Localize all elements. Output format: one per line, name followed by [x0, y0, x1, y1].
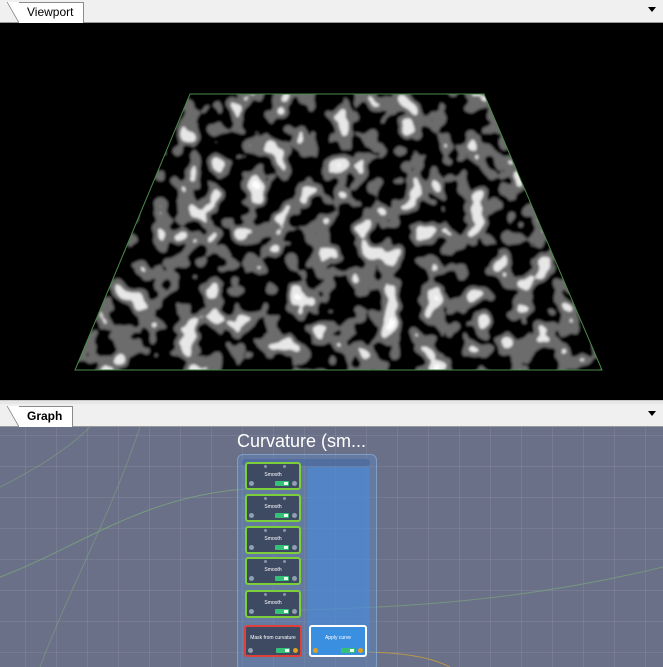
node-toggle[interactable] [276, 648, 290, 653]
node-input-dot [283, 465, 286, 468]
node-label: Smooth [264, 567, 282, 573]
node-port[interactable] [292, 545, 297, 550]
noise-plane-render [74, 93, 603, 371]
graph-tabbar: Graph [0, 404, 663, 427]
node-toggle[interactable] [341, 648, 355, 653]
smooth-node-2[interactable]: Smooth [245, 494, 301, 522]
viewport-menu-arrow-icon[interactable] [648, 7, 656, 12]
node-port[interactable] [292, 609, 297, 614]
node-input-dot [264, 465, 267, 468]
node-input-dot [283, 593, 286, 596]
frame-title[interactable]: Curvature (sm... [237, 431, 366, 452]
node-output-port[interactable] [358, 648, 363, 653]
node-port[interactable] [292, 481, 297, 486]
tab-viewport[interactable]: Viewport [6, 2, 85, 23]
graph-menu-arrow-icon[interactable] [648, 411, 656, 416]
node-port[interactable] [249, 513, 254, 518]
node-input-dot [264, 560, 267, 563]
tab-graph[interactable]: Graph [6, 406, 74, 427]
node-toggle[interactable] [275, 576, 289, 581]
node-toggle[interactable] [275, 513, 289, 518]
mask-from-curvature-node[interactable]: Mask from curvature [244, 625, 302, 657]
node-input-dot [283, 529, 286, 532]
smooth-node-1[interactable]: Smooth [245, 462, 301, 490]
apply-curve-node[interactable]: Apply curve [309, 625, 367, 657]
node-label: Smooth [264, 600, 282, 606]
node-label: Mask from curvature [250, 635, 296, 641]
node-input-dot [283, 560, 286, 563]
viewport-3d[interactable] [0, 23, 663, 400]
node-label: Smooth [264, 472, 282, 478]
node-toggle[interactable] [275, 609, 289, 614]
node-toggle[interactable] [275, 481, 289, 486]
node-port[interactable] [249, 545, 254, 550]
node-port[interactable] [249, 609, 254, 614]
smooth-node-4[interactable]: Smooth [245, 557, 301, 585]
node-input-dot [283, 497, 286, 500]
node-port[interactable] [249, 576, 254, 581]
node-port[interactable] [292, 513, 297, 518]
node-label: Smooth [264, 504, 282, 510]
node-port[interactable] [248, 648, 253, 653]
node-input-dot [264, 593, 267, 596]
viewport-tabbar: Viewport [0, 0, 663, 23]
node-input-dot [264, 529, 267, 532]
node-port[interactable] [249, 481, 254, 486]
node-port[interactable] [292, 576, 297, 581]
node-label: Smooth [264, 536, 282, 542]
node-input-dot [264, 497, 267, 500]
smooth-node-3[interactable]: Smooth [245, 526, 301, 554]
node-port[interactable] [313, 648, 318, 653]
node-label: Apply curve [324, 635, 352, 641]
smooth-node-5[interactable]: Smooth [245, 590, 301, 618]
node-output-port[interactable] [293, 648, 298, 653]
graph-canvas[interactable]: Curvature (sm... Smooth Smooth Smooth Sm… [0, 427, 663, 667]
node-toggle[interactable] [275, 545, 289, 550]
